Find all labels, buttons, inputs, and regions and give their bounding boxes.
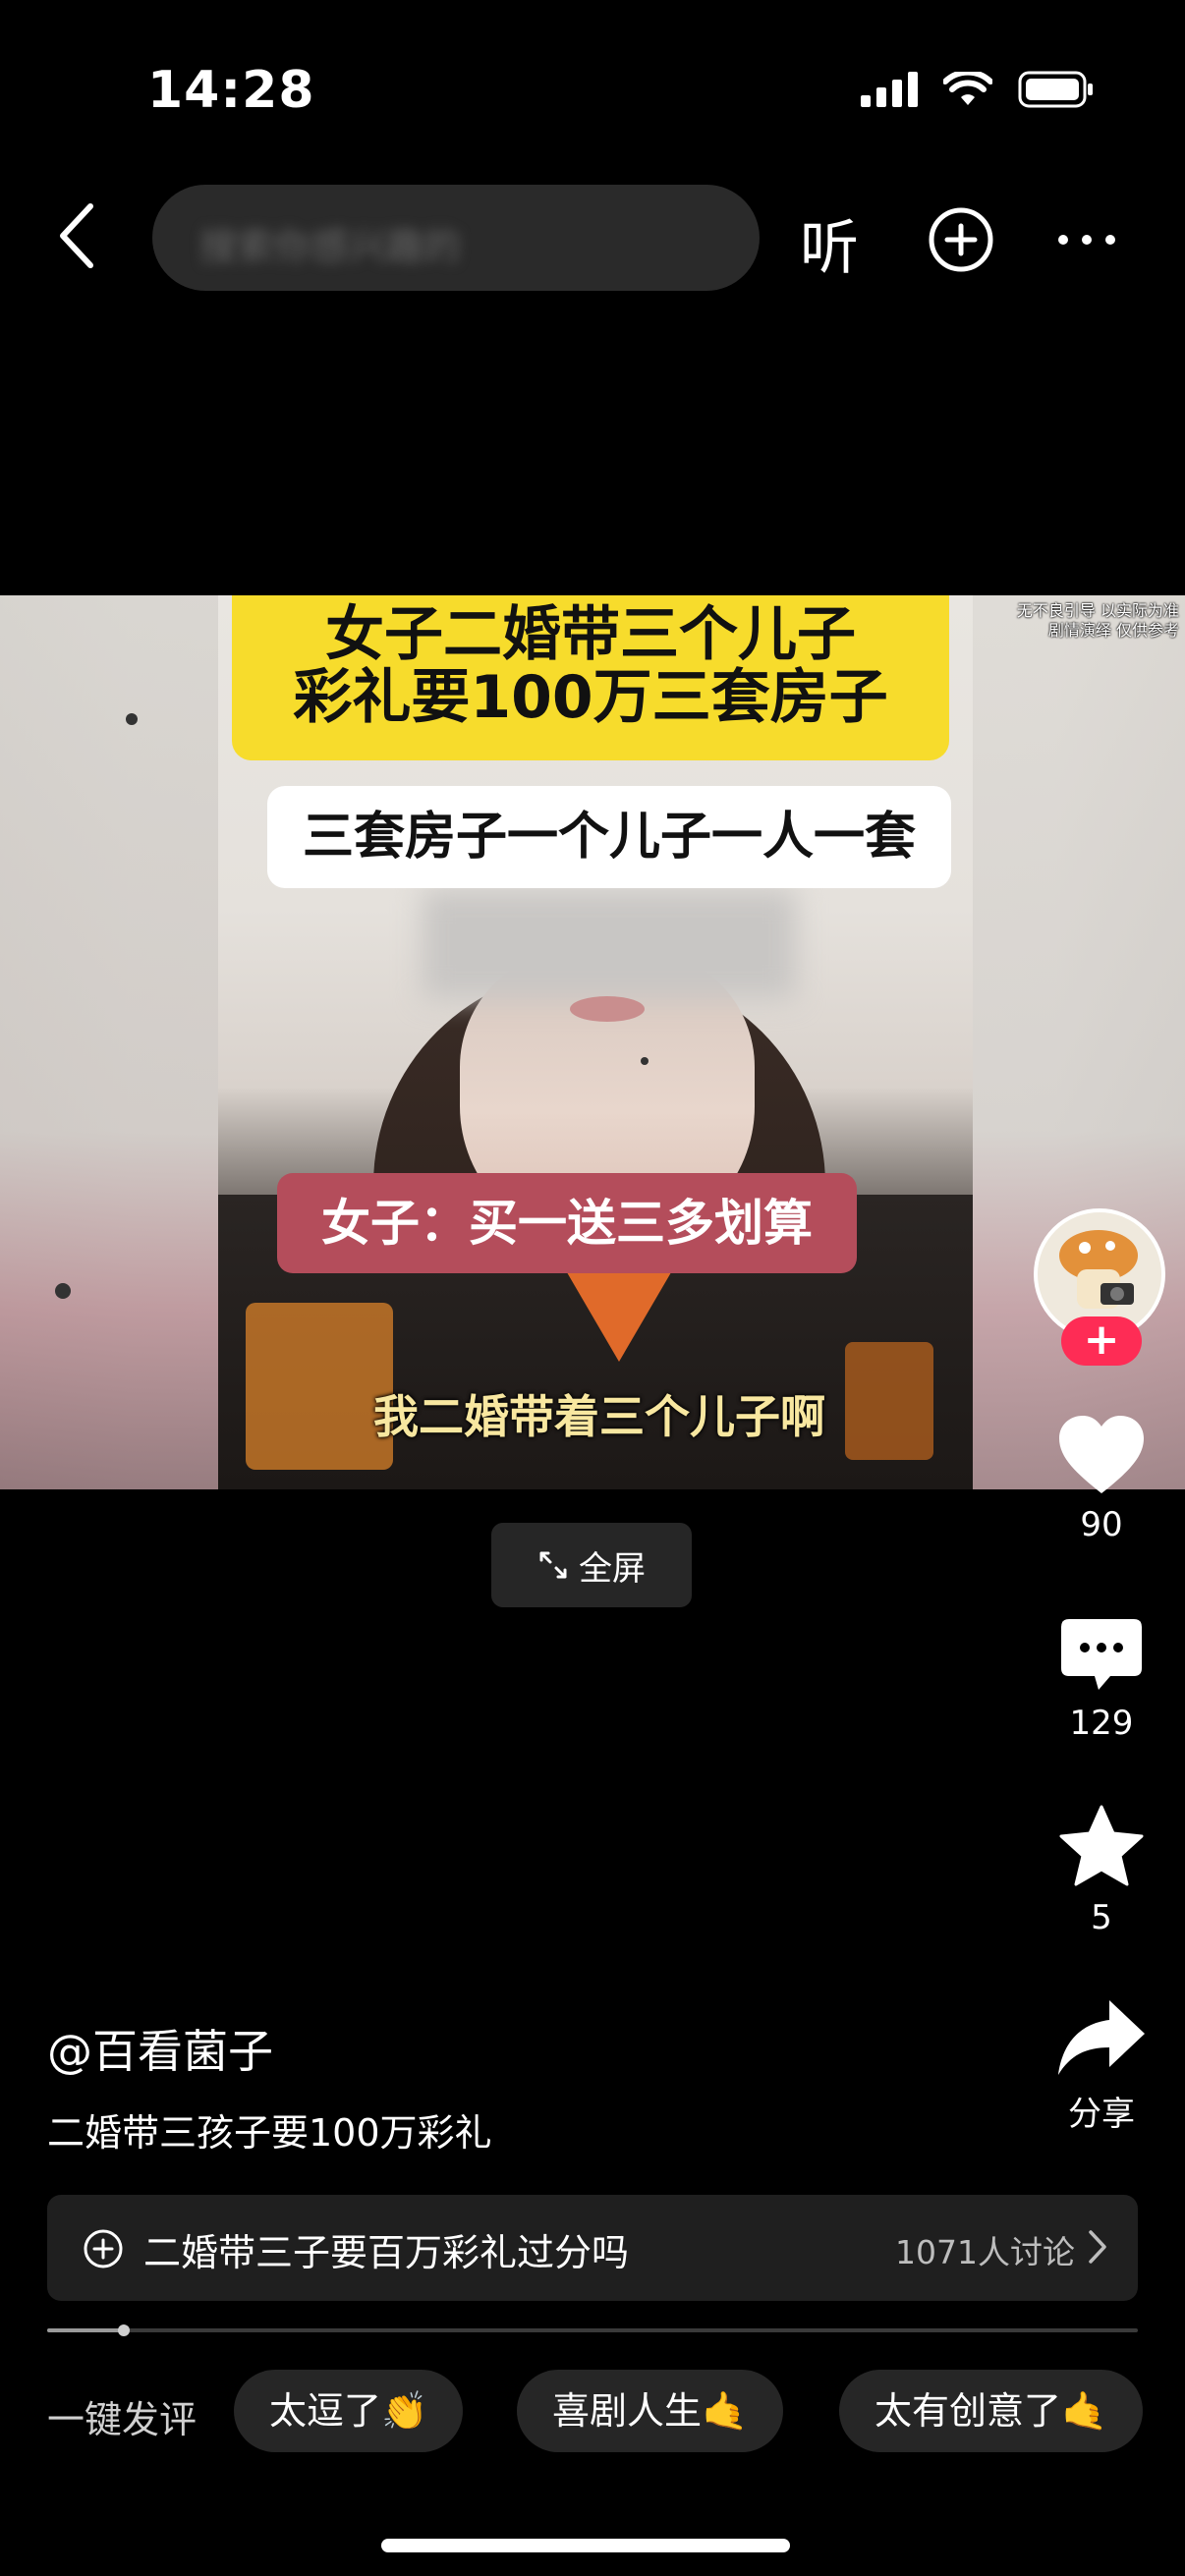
like-count: 90	[1080, 1505, 1123, 1544]
plus-circle-icon	[84, 2229, 123, 2268]
star-icon	[1059, 1805, 1144, 1886]
video-player[interactable]: 女子二婚带三个儿子 彩礼要100万三套房子 三套房子一个儿子一人一套 女子：买一…	[0, 595, 1185, 1489]
back-button[interactable]	[51, 196, 110, 275]
favorite-count: 5	[1091, 1898, 1112, 1937]
quick-comment-chip[interactable]: 太逗了👏	[234, 2370, 464, 2452]
share-button[interactable]: 分享	[1042, 1998, 1161, 2135]
more-icon	[1058, 235, 1115, 245]
more-button[interactable]	[1056, 232, 1117, 251]
caption-white: 三套房子一个儿子一人一套	[267, 786, 951, 888]
battery-icon	[1018, 71, 1093, 108]
search-input[interactable]: 搜索你感兴趣的	[152, 185, 760, 291]
post-description: 二婚带三孩子要100万彩礼	[47, 2111, 492, 2155]
home-indicator[interactable]	[381, 2539, 790, 2552]
favorite-button[interactable]: 5	[1042, 1804, 1161, 1937]
video-corner-note: 无不良引导 以实际为准 剧情演绎 仅供参考	[983, 601, 1179, 641]
topic-count: 1071人讨论	[895, 2233, 1075, 2271]
search-placeholder: 搜索你感兴趣的	[199, 225, 462, 268]
comment-count: 129	[1069, 1704, 1134, 1743]
video-blurred-eyes	[423, 890, 796, 998]
like-button[interactable]: 90	[1042, 1415, 1161, 1544]
topic-text: 二婚带三子要百万彩礼过分吗	[143, 2231, 630, 2274]
video-dust-spot	[55, 1283, 71, 1299]
caption-yellow-line2: 彩礼要100万三套房子	[293, 663, 888, 732]
follow-button[interactable]: +	[1061, 1316, 1142, 1366]
fullscreen-button[interactable]: 全屏	[491, 1523, 692, 1607]
video-blur-left	[0, 595, 218, 1489]
quick-comment-label: 一键发评	[47, 2398, 198, 2441]
signal-icon	[861, 72, 918, 107]
wifi-icon	[943, 72, 992, 105]
video-dust-spot	[126, 713, 138, 725]
progress-handle[interactable]	[117, 2324, 130, 2336]
corner-note-line2: 剧情演绎 仅供参考	[1047, 621, 1179, 640]
caption-pink: 女子：买一送三多划算	[277, 1173, 857, 1273]
status-icons	[861, 71, 1095, 108]
video-person-lips	[570, 996, 645, 1022]
add-icon	[929, 207, 993, 272]
quick-comment-chip[interactable]: 喜剧人生🤙	[517, 2370, 784, 2452]
quick-comment-chip[interactable]: 太有创意了🤙	[839, 2370, 1144, 2452]
corner-note-line1: 无不良引导 以实际为准	[1016, 601, 1179, 620]
back-icon	[60, 203, 93, 268]
video-subtitle: 我二婚带着三个儿子啊	[373, 1390, 825, 1443]
fullscreen-label: 全屏	[579, 1548, 646, 1589]
add-button[interactable]	[928, 206, 994, 277]
chevron-right-icon	[1089, 2230, 1106, 2264]
listen-button[interactable]: 听	[800, 200, 859, 286]
comment-icon	[1061, 1619, 1142, 1690]
heart-icon	[1059, 1416, 1144, 1493]
share-icon	[1058, 2000, 1145, 2075]
caption-yellow-line1: 女子二婚带三个儿子	[325, 600, 856, 669]
comment-button[interactable]: 129	[1042, 1617, 1161, 1743]
caption-yellow: 女子二婚带三个儿子 彩礼要100万三套房子	[232, 595, 949, 760]
progress-fill	[47, 2328, 124, 2332]
share-label: 分享	[1068, 2095, 1135, 2134]
progress-track[interactable]	[47, 2328, 1138, 2332]
author-name[interactable]: @百看菌子	[47, 2016, 273, 2081]
expand-icon	[539, 1551, 567, 1579]
status-time: 14:28	[147, 61, 315, 120]
video-dust-spot	[641, 1057, 649, 1065]
topic-bar[interactable]: 二婚带三子要百万彩礼过分吗 1071人讨论	[47, 2195, 1138, 2301]
